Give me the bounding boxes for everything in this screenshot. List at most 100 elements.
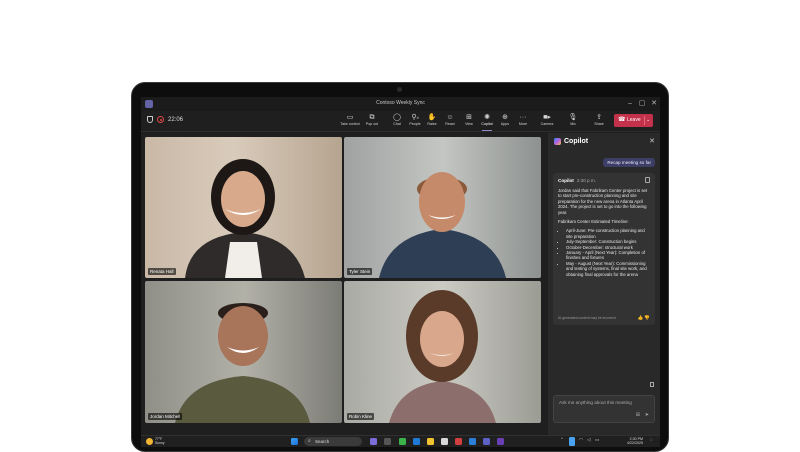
response-header: Copilot 2:30 p.m. (558, 178, 596, 183)
edge-browser-icon[interactable] (399, 438, 406, 445)
copilot-input[interactable]: Ask me anything about this meeting ⊞ ➤ (553, 395, 655, 423)
battery-icon[interactable]: ▭ (595, 437, 599, 443)
take-control-button[interactable]: ▭ Take control (339, 113, 361, 130)
search-icon: ⌕ (308, 438, 311, 444)
share-icon: ⇪ (596, 114, 602, 121)
input-placeholder: Ask me anything about this meeting (559, 400, 632, 405)
clock-date: 4/22/2025 (627, 441, 643, 446)
participant-video (379, 172, 506, 278)
meeting-toolbar: 22:06 ▭ Take control ⧉ Pop out ◯ Chat ⚲4… (141, 111, 660, 132)
video-tile-robin-kline[interactable]: Robin Kline (344, 281, 541, 423)
chevron-up-icon[interactable]: ⌃ (560, 437, 564, 443)
mail-icon[interactable] (413, 438, 420, 445)
meeting-status: 22:06 (147, 116, 183, 123)
more-button[interactable]: ··· More (512, 113, 534, 130)
chevron-down-icon[interactable]: ⌄ (646, 114, 650, 127)
video-tile-jordan-mitchell[interactable]: Jordan Mitchell (145, 281, 342, 423)
copilot-taskbar-icon[interactable] (370, 438, 377, 445)
participant-name: Tyler Stein (347, 268, 373, 275)
video-tile-tyler-stein[interactable]: Tyler Stein (344, 137, 541, 278)
leave-button[interactable]: ☎ Leave ⌄ (614, 114, 653, 127)
camera-button[interactable]: ■▸ Camera (536, 113, 558, 130)
document-icon[interactable] (650, 382, 654, 387)
taskbar-search[interactable]: ⌕ Search (304, 437, 362, 446)
timeline-heading: Fabrikam Center Estimated Timeline: (558, 219, 629, 225)
send-icon[interactable]: ➤ (645, 412, 649, 418)
windows-start-icon[interactable] (291, 438, 298, 445)
video-tile-renata-hall[interactable]: Renata Hall (145, 137, 342, 278)
weather-text: 77°F Sunny (155, 437, 165, 445)
timeline-item: April-June: Pre-construction planning an… (566, 228, 650, 239)
copilot-panel: Copilot ✕ Recap meeting so far Copilot 2:… (548, 133, 660, 435)
file-explorer-icon[interactable] (427, 438, 434, 445)
ai-disclaimer: AI-generated content may be incorrect (558, 316, 616, 320)
maximize-icon[interactable]: ▢ (637, 99, 647, 109)
teams-taskbar-icon[interactable] (483, 438, 490, 445)
volume-icon[interactable]: ◁ (587, 437, 590, 443)
windows-taskbar: 77°F Sunny ⌕ Search ⌃ ◠ ◁ ▭ 2:30 PM 4/22… (141, 435, 660, 447)
more-icon: ··· (519, 114, 527, 121)
participant-name: Renata Hall (148, 268, 176, 275)
timeline-item: May - August (Next Year): Commissioning … (566, 261, 650, 277)
shield-icon (147, 116, 153, 123)
window-title: Contoso Weekly Sync (376, 100, 425, 106)
close-window-icon[interactable]: ✕ (649, 99, 659, 109)
phone-hangup-icon: ☎ (618, 117, 626, 123)
copilot-title: Copilot (564, 138, 589, 145)
task-view-icon[interactable] (384, 438, 391, 445)
mic-label: Mic (570, 122, 576, 126)
copy-icon[interactable] (645, 177, 650, 183)
sun-icon (146, 437, 153, 445)
calendar-icon[interactable] (441, 438, 448, 445)
mic-button[interactable]: 🎙 Mic (562, 113, 584, 130)
search-label: Search (315, 439, 330, 444)
timeline-list: April-June: Pre-construction planning an… (558, 228, 650, 277)
camera-icon: ■▸ (543, 114, 551, 121)
participant-video (185, 159, 305, 278)
response-time: 2:30 p.m. (576, 178, 596, 183)
response-paragraph: Jordan said that Fabrikam Center project… (558, 188, 648, 215)
microphone-active-icon[interactable] (569, 437, 575, 446)
participant-name: Jordan Mitchell (148, 413, 183, 420)
participant-video (175, 303, 310, 423)
close-icon[interactable]: ✕ (649, 137, 655, 145)
notification-bell-icon[interactable]: ◌ (650, 437, 653, 442)
weather-desc: Sunny (155, 441, 165, 445)
participant-video (389, 290, 496, 423)
user-prompt-bubble: Recap meeting so far (603, 158, 655, 167)
store-icon[interactable] (455, 438, 462, 445)
minimize-icon[interactable]: – (625, 99, 635, 109)
take-control-icon: ▭ (346, 114, 354, 121)
network-icon[interactable]: ◠ (579, 437, 583, 443)
response-author: Copilot (558, 178, 574, 183)
leave-divider (644, 116, 645, 125)
participant-name: Robin Kline (347, 413, 375, 420)
copilot-response-card: Copilot 2:30 p.m. Jordan said that Fabrik… (553, 173, 655, 325)
share-label: Share (594, 122, 604, 126)
leave-label: Leave (627, 117, 641, 123)
thumbs-up-icon[interactable]: 👍 (638, 315, 644, 320)
pop-out-icon: ⧉ (369, 114, 375, 121)
more-label: More (518, 122, 528, 126)
share-button[interactable]: ⇪ Share (588, 113, 610, 130)
people-count: 4 (416, 115, 419, 120)
pop-out-button[interactable]: ⧉ Pop out (361, 113, 383, 130)
timeline-item: January - April (Next Year): Completion … (566, 250, 650, 261)
thumbs-down-icon[interactable]: 👎 (644, 315, 650, 320)
camera-label: Camera (540, 122, 554, 126)
system-clock[interactable]: 2:30 PM 4/22/2025 (627, 437, 643, 446)
outlook-icon[interactable] (469, 438, 476, 445)
copilot-header: Copilot (554, 138, 588, 145)
weather-widget[interactable]: 77°F Sunny (146, 437, 165, 445)
meeting-timer: 22:06 (168, 116, 184, 123)
teams-meeting-window: Contoso Weekly Sync – ▢ ✕ 22:06 ▭ Take c… (141, 97, 660, 447)
pop-out-label: Pop out (365, 122, 379, 126)
webcam (397, 87, 402, 92)
app-taskbar-icon[interactable] (497, 438, 504, 445)
recording-icon (157, 116, 164, 123)
attach-icon[interactable]: ⊞ (636, 412, 640, 418)
feedback-buttons: 👍 👎 (638, 315, 650, 321)
copilot-logo-icon (554, 138, 561, 145)
title-bar: Contoso Weekly Sync – ▢ ✕ (141, 97, 660, 111)
response-body: Jordan said that Fabrikam Center project… (558, 188, 650, 277)
